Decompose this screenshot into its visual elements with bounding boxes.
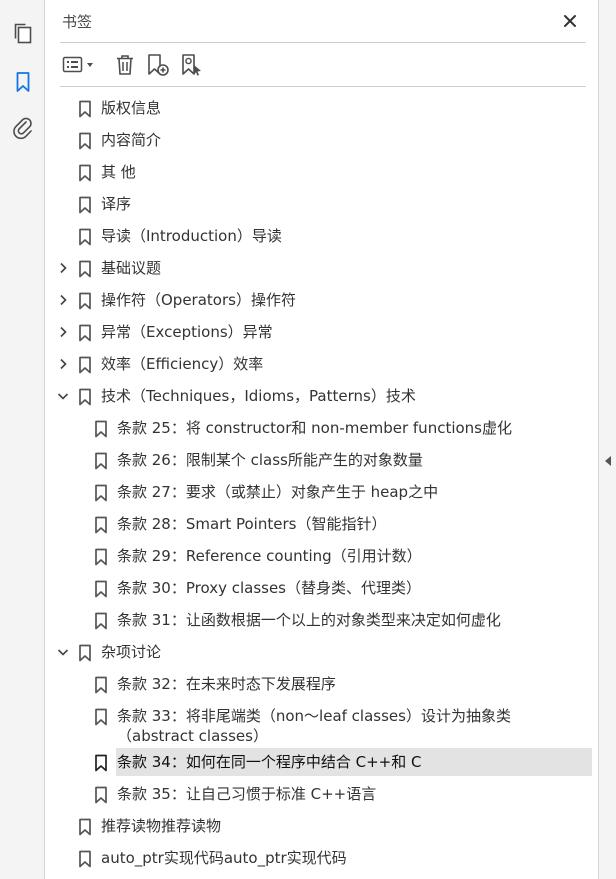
bookmark-label: 条款 34：如何在同一个程序中结合 C++和 C xyxy=(117,753,422,771)
bookmark-label: 推荐读物推荐读物 xyxy=(101,817,222,835)
bookmark-item[interactable]: 操作符（Operators）操作符 xyxy=(46,285,598,317)
bookmark-label: 内容简介 xyxy=(101,131,162,149)
bookmark-item[interactable]: 条款 29：Reference counting（引用计数） xyxy=(46,541,598,573)
bookmark-icon xyxy=(78,356,92,374)
right-pane-strip xyxy=(598,0,616,879)
close-icon[interactable] xyxy=(558,9,582,33)
bookmark-label: 技术（Techniques，Idioms，Patterns）技术 xyxy=(101,387,416,405)
panel-title: 书签 xyxy=(62,13,93,31)
bookmark-item[interactable]: 导读（Introduction）导读 xyxy=(46,221,598,253)
bookmark-icon xyxy=(94,580,108,598)
bookmark-icon xyxy=(94,548,108,566)
bookmark-item[interactable]: 译序 xyxy=(46,189,598,221)
bookmark-item[interactable]: 异常（Exceptions）异常 xyxy=(46,317,598,349)
bookmark-item[interactable]: 条款 26：限制某个 class所能产生的对象数量 xyxy=(46,445,598,477)
bookmark-item[interactable]: 条款 28：Smart Pointers（智能指针） xyxy=(46,509,598,541)
bookmark-icon xyxy=(78,228,92,246)
bookmark-item[interactable]: 技术（Techniques，Idioms，Patterns）技术 xyxy=(46,381,598,413)
bookmark-label: 效率（Efficiency）效率 xyxy=(101,355,264,373)
bookmark-icon xyxy=(94,708,108,726)
bookmark-icon xyxy=(78,132,92,150)
bookmark-label: 条款 28：Smart Pointers（智能指针） xyxy=(117,515,387,533)
bookmark-label: 条款 35：让自己习惯于标准 C++语言 xyxy=(117,785,377,803)
paperclip-icon[interactable] xyxy=(9,114,37,142)
navigation-rail xyxy=(0,0,45,879)
bookmark-icon xyxy=(78,850,92,868)
bookmark-icon xyxy=(78,388,92,406)
bookmark-label: 条款 26：限制某个 class所能产生的对象数量 xyxy=(117,451,423,469)
bookmark-label: 条款 33：将非尾端类（non～leaf classes）设计为抽象类（abst… xyxy=(117,707,511,745)
chevron-right-icon[interactable] xyxy=(56,357,70,371)
bookmark-item[interactable]: 条款 33：将非尾端类（non～leaf classes）设计为抽象类（abst… xyxy=(46,701,598,747)
bookmarks-panel: 书签 版权信息 内容简介 其 他 译序 导读（Introduction）导读 基… xyxy=(46,0,598,879)
bookmarks-app: 书签 版权信息 内容简介 其 他 译序 导读（Introduction）导读 基… xyxy=(0,0,616,879)
chevron-right-icon[interactable] xyxy=(56,325,70,339)
bookmark-label: 条款 27：要求（或禁止）对象产生于 heap之中 xyxy=(117,483,439,501)
bookmark-item[interactable]: 条款 31：让函数根据一个以上的对象类型来决定如何虚化 xyxy=(46,605,598,637)
bookmark-item[interactable]: 条款 35：让自己习惯于标准 C++语言 xyxy=(46,779,598,811)
bookmark-icon xyxy=(94,786,108,804)
bookmark-item[interactable]: 内容简介 xyxy=(46,125,598,157)
bookmark-item[interactable]: 版权信息 xyxy=(46,93,598,125)
bookmark-item[interactable]: 条款 27：要求（或禁止）对象产生于 heap之中 xyxy=(46,477,598,509)
bookmark-from-structure-icon[interactable] xyxy=(178,51,206,79)
bookmark-label: 条款 32：在未来时态下发展程序 xyxy=(117,675,336,693)
chevron-down-icon[interactable] xyxy=(56,389,70,403)
bookmark-label: 其 他 xyxy=(101,163,136,181)
collapse-arrow-icon[interactable] xyxy=(604,452,612,466)
chevron-right-icon[interactable] xyxy=(56,293,70,307)
bookmark-label: 导读（Introduction）导读 xyxy=(101,227,282,245)
bookmark-label: 基础议题 xyxy=(101,259,162,277)
bookmark-icon xyxy=(94,516,108,534)
bookmark-item[interactable]: 效率（Efficiency）效率 xyxy=(46,349,598,381)
bookmark-icon xyxy=(94,676,108,694)
bookmark-icon xyxy=(78,292,92,310)
bookmark-label: 条款 31：让函数根据一个以上的对象类型来决定如何虚化 xyxy=(117,611,501,629)
bookmark-label: 条款 25：将 constructor和 non-member function… xyxy=(117,419,512,437)
new-bookmark-icon[interactable] xyxy=(144,51,172,79)
bookmark-icon xyxy=(78,260,92,278)
panel-header: 书签 xyxy=(60,0,586,43)
bookmarks-toolbar xyxy=(60,44,586,87)
bookmark-label: 操作符（Operators）操作符 xyxy=(101,291,296,309)
bookmark-tree: 版权信息内容简介其 他译序导读（Introduction）导读 基础议题操作符（O… xyxy=(46,93,598,875)
bookmark-item[interactable]: 条款 32：在未来时态下发展程序 xyxy=(46,669,598,701)
bookmark-icon xyxy=(78,644,92,662)
bookmark-label: 条款 30：Proxy classes（替身类、代理类） xyxy=(117,579,421,597)
bookmark-icon xyxy=(94,420,108,438)
bookmark-label: 译序 xyxy=(101,195,132,213)
bookmark-item[interactable]: 条款 34：如何在同一个程序中结合 C++和 C xyxy=(46,747,598,779)
bookmark-icon xyxy=(94,754,108,772)
options-menu-button[interactable] xyxy=(60,51,98,79)
trash-icon[interactable] xyxy=(112,51,138,79)
bookmark-icon xyxy=(94,484,108,502)
bookmark-icon xyxy=(78,324,92,342)
bookmark-item[interactable]: 推荐读物推荐读物 xyxy=(46,811,598,843)
bookmark-label: 版权信息 xyxy=(101,99,162,117)
bookmark-label: auto_ptr实现代码auto_ptr实现代码 xyxy=(101,849,347,867)
bookmark-icon[interactable] xyxy=(9,68,37,96)
bookmark-label: 条款 29：Reference counting（引用计数） xyxy=(117,547,422,565)
bookmark-item[interactable]: 其 他 xyxy=(46,157,598,189)
bookmark-icon xyxy=(78,100,92,118)
pages-icon[interactable] xyxy=(9,20,37,48)
chevron-right-icon[interactable] xyxy=(56,261,70,275)
bookmark-icon xyxy=(94,612,108,630)
bookmark-icon xyxy=(78,164,92,182)
bookmark-label: 异常（Exceptions）异常 xyxy=(101,323,273,341)
bookmark-item[interactable]: 条款 25：将 constructor和 non-member function… xyxy=(46,413,598,445)
bookmark-icon xyxy=(94,452,108,470)
bookmark-item[interactable]: auto_ptr实现代码auto_ptr实现代码 xyxy=(46,843,598,875)
bookmark-icon xyxy=(78,196,92,214)
bookmark-item[interactable]: 基础议题 xyxy=(46,253,598,285)
bookmark-icon xyxy=(78,818,92,836)
bookmark-label: 杂项讨论 xyxy=(101,643,162,661)
chevron-down-icon[interactable] xyxy=(56,645,70,659)
bookmark-item[interactable]: 条款 30：Proxy classes（替身类、代理类） xyxy=(46,573,598,605)
bookmark-item[interactable]: 杂项讨论 xyxy=(46,637,598,669)
